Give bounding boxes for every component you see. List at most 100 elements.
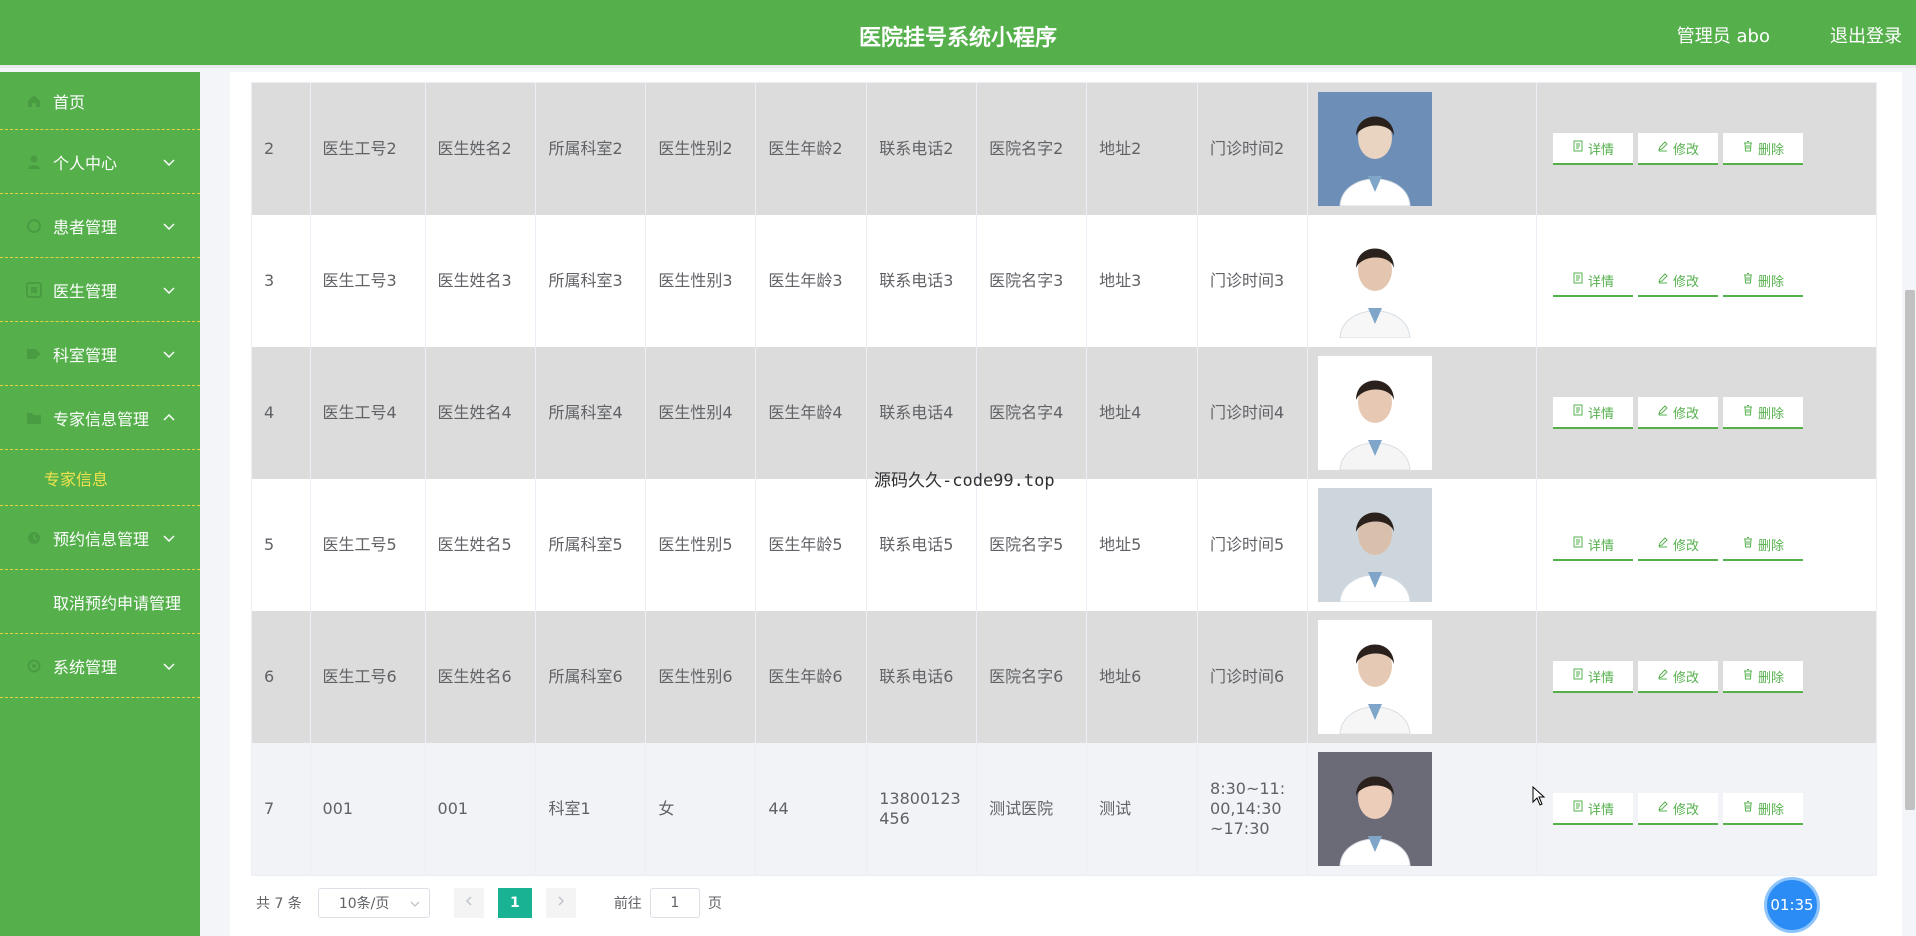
- logout-button[interactable]: 退出登录: [1830, 22, 1902, 48]
- cell-actions: 详情 修改 删除: [1536, 479, 1876, 611]
- cell-department: 所属科室2: [535, 83, 647, 215]
- sidebar-item-label: 医生管理: [53, 281, 118, 301]
- next-page-button[interactable]: [545, 888, 576, 918]
- submenu-item-expert-info[interactable]: 专家信息: [0, 450, 200, 506]
- cell-name: 001: [425, 743, 537, 875]
- scrollbar-thumb[interactable]: [1905, 290, 1915, 810]
- document-icon: [1572, 140, 1588, 156]
- sidebar-item-label: 专家信息管理: [53, 409, 150, 429]
- cell-age: 医生年龄3: [755, 215, 868, 347]
- sidebar-item-label: 个人中心: [53, 153, 118, 173]
- sidebar-item-departments[interactable]: 科室管理: [0, 322, 200, 386]
- edit-button[interactable]: 修改: [1637, 133, 1718, 165]
- trash-icon: [1742, 404, 1758, 420]
- pagination: 共 7 条 10条/页 1 前往 页: [256, 887, 722, 919]
- delete-button[interactable]: 删除: [1722, 265, 1803, 297]
- sidebar-item-expert-info[interactable]: 专家信息管理: [0, 386, 200, 450]
- mouse-cursor-icon: [1532, 786, 1546, 806]
- detail-button[interactable]: 详情: [1552, 529, 1633, 561]
- action-label: 详情: [1587, 406, 1614, 422]
- cell-doctor-id: 医生工号5: [310, 479, 426, 611]
- cell-hospital: 测试医院: [976, 743, 1088, 875]
- detail-button[interactable]: 详情: [1552, 265, 1633, 297]
- cell-department: 所属科室4: [535, 347, 647, 479]
- pencil-icon: [1657, 668, 1673, 684]
- trash-icon: [1742, 668, 1758, 684]
- cell-gender: 女: [645, 743, 757, 875]
- cell-hours: 门诊时间6: [1197, 611, 1308, 743]
- cell-age: 医生年龄6: [755, 611, 868, 743]
- doctor-photo: [1317, 620, 1432, 734]
- document-icon: [1572, 536, 1588, 552]
- admin-username: 管理员 abo: [1676, 26, 1770, 47]
- chevron-left-icon: [463, 895, 475, 911]
- edit-button[interactable]: 修改: [1637, 661, 1718, 693]
- action-label: 删除: [1757, 802, 1784, 818]
- document-icon: [1572, 272, 1588, 288]
- cell-name: 医生姓名4: [425, 347, 537, 479]
- pencil-icon: [1657, 272, 1673, 288]
- settings-icon: [26, 658, 42, 674]
- cell-phone: 联系电话4: [866, 347, 978, 479]
- detail-button[interactable]: 详情: [1552, 133, 1633, 165]
- action-label: 删除: [1757, 142, 1784, 158]
- sidebar-item-personal-center[interactable]: 个人中心: [0, 130, 200, 194]
- empty-icon: [26, 594, 42, 610]
- cell-address: 地址5: [1086, 479, 1199, 611]
- sidebar-item-label: 取消预约申请管理: [53, 593, 182, 613]
- cell-phone: 联系电话2: [866, 83, 978, 215]
- prev-page-button[interactable]: [453, 888, 484, 918]
- cell-address: 测试: [1086, 743, 1199, 875]
- action-label: 修改: [1672, 406, 1699, 422]
- edit-button[interactable]: 修改: [1637, 793, 1718, 825]
- action-label: 删除: [1757, 274, 1784, 290]
- cell-hospital: 医院名字5: [976, 479, 1088, 611]
- edit-button[interactable]: 修改: [1637, 397, 1718, 429]
- delete-button[interactable]: 删除: [1722, 133, 1803, 165]
- doctor-photo: [1317, 488, 1432, 602]
- cell-hours: 门诊时间2: [1197, 83, 1308, 215]
- sidebar-item-appointments[interactable]: 预约信息管理: [0, 506, 200, 570]
- sidebar-item-home[interactable]: 首页: [0, 72, 200, 130]
- sidebar-item-patients[interactable]: 患者管理: [0, 194, 200, 258]
- delete-button[interactable]: 删除: [1722, 397, 1803, 429]
- cell-hospital: 医院名字3: [976, 215, 1088, 347]
- doctor-photo: [1317, 356, 1432, 470]
- table-row: 2 医生工号2 医生姓名2 所属科室2 医生性别2 医生年龄2 联系电话2 医院名字2 地址2 门…: [252, 83, 1876, 215]
- cell-gender: 医生性别3: [645, 215, 757, 347]
- page-size-select[interactable]: 10条/页: [317, 888, 430, 918]
- page-unit-label: 页: [707, 896, 722, 912]
- delete-button[interactable]: 删除: [1722, 793, 1803, 825]
- edit-button[interactable]: 修改: [1637, 265, 1718, 297]
- clock-icon: [26, 530, 42, 546]
- sidebar-item-cancel-requests[interactable]: 取消预约申请管理: [0, 570, 200, 634]
- delete-button[interactable]: 删除: [1722, 529, 1803, 561]
- cell-photo: [1307, 611, 1537, 743]
- table-row: 5 医生工号5 医生姓名5 所属科室5 医生性别5 医生年龄5 联系电话5 医院名字5 地址5 门…: [252, 479, 1876, 611]
- table-row: 6 医生工号6 医生姓名6 所属科室6 医生性别6 医生年龄6 联系电话6 医院名字6 地址6 门…: [252, 611, 1876, 743]
- cell-address: 地址3: [1086, 215, 1199, 347]
- cell-photo: [1307, 743, 1537, 875]
- cell-actions: 详情 修改 删除: [1536, 215, 1876, 347]
- sidebar: 首页 个人中心 患者管理 医生管理 科室管理 专家信息管理 专家信息 预约信息管…: [0, 72, 200, 936]
- detail-button[interactable]: 详情: [1552, 661, 1633, 693]
- sidebar-item-doctors[interactable]: 医生管理: [0, 258, 200, 322]
- cell-department: 所属科室3: [535, 215, 647, 347]
- chevron-down-icon: [162, 218, 176, 232]
- detail-button[interactable]: 详情: [1552, 793, 1633, 825]
- user-icon: [26, 154, 42, 170]
- action-label: 详情: [1587, 670, 1614, 686]
- action-label: 修改: [1672, 274, 1699, 290]
- goto-page-input[interactable]: [649, 888, 700, 918]
- cell-hours: 门诊时间5: [1197, 479, 1308, 611]
- edit-button[interactable]: 修改: [1637, 529, 1718, 561]
- sidebar-item-system[interactable]: 系统管理: [0, 634, 200, 698]
- doctor-photo: [1317, 224, 1432, 338]
- action-label: 详情: [1587, 274, 1614, 290]
- delete-button[interactable]: 删除: [1722, 661, 1803, 693]
- detail-button[interactable]: 详情: [1552, 397, 1633, 429]
- page-number-1[interactable]: 1: [497, 888, 532, 918]
- cell-gender: 医生性别2: [645, 83, 757, 215]
- pencil-icon: [1657, 536, 1673, 552]
- tag-icon: [26, 346, 42, 362]
